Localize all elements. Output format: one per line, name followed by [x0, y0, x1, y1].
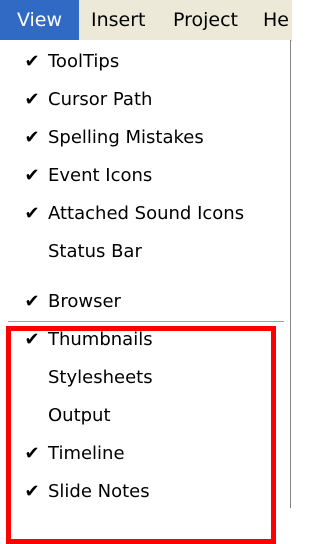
- menu-item-thumbnails[interactable]: ✔ Thumbnails: [6, 321, 286, 359]
- menu-item-label: Output: [48, 405, 111, 426]
- menu-item-slide-notes[interactable]: ✔ Slide Notes: [6, 473, 286, 511]
- menu-bar: View Insert Project He: [0, 0, 292, 41]
- menu-item-cursor-path[interactable]: ✔ Cursor Path: [6, 81, 286, 119]
- checkmark-icon: ✔: [24, 89, 40, 110]
- menu-item-label: Stylesheets: [48, 367, 153, 388]
- menu-item-label: Cursor Path: [48, 89, 153, 110]
- menu-item-stylesheets[interactable]: Stylesheets: [6, 359, 286, 397]
- checkmark-icon: ✔: [24, 51, 40, 72]
- menu-item-label: Browser: [48, 291, 121, 312]
- menu-help[interactable]: He: [263, 0, 289, 40]
- menu-item-label: Attached Sound Icons: [48, 203, 245, 224]
- view-menu-dropdown: ✔ ToolTips ✔ Cursor Path ✔ Spelling Mist…: [0, 40, 291, 544]
- checkmark-icon: ✔: [24, 443, 40, 464]
- menu-item-label: Thumbnails: [48, 329, 153, 350]
- checkmark-icon: ✔: [24, 203, 40, 224]
- checkmark-icon: ✔: [24, 291, 40, 312]
- menu-item-label: Spelling Mistakes: [48, 127, 204, 148]
- menu-item-tooltips[interactable]: ✔ ToolTips: [6, 43, 286, 81]
- checkmark-icon: ✔: [24, 127, 40, 148]
- menu-item-label: Slide Notes: [48, 481, 150, 502]
- checkmark-icon: ✔: [24, 165, 40, 186]
- menu-item-attached-sound-icons[interactable]: ✔ Attached Sound Icons: [6, 195, 286, 233]
- menu-item-event-icons[interactable]: ✔ Event Icons: [6, 157, 286, 195]
- menu-item-label: Timeline: [48, 443, 125, 464]
- menu-item-status-bar[interactable]: Status Bar: [6, 233, 286, 271]
- menu-item-label: ToolTips: [48, 51, 120, 72]
- checkmark-icon: ✔: [24, 481, 40, 502]
- menu-project[interactable]: Project: [173, 0, 238, 40]
- menu-item-browser[interactable]: ✔ Browser: [6, 283, 286, 321]
- menu-item-label: Event Icons: [48, 165, 153, 186]
- menu-item-timeline[interactable]: ✔ Timeline: [6, 435, 286, 473]
- menu-item-output[interactable]: Output: [6, 397, 286, 435]
- menu-insert[interactable]: Insert: [91, 0, 146, 40]
- checkmark-icon: ✔: [24, 329, 40, 350]
- menu-view[interactable]: View: [0, 0, 79, 40]
- menu-item-spelling-mistakes[interactable]: ✔ Spelling Mistakes: [6, 119, 286, 157]
- menu-item-label: Status Bar: [48, 241, 142, 262]
